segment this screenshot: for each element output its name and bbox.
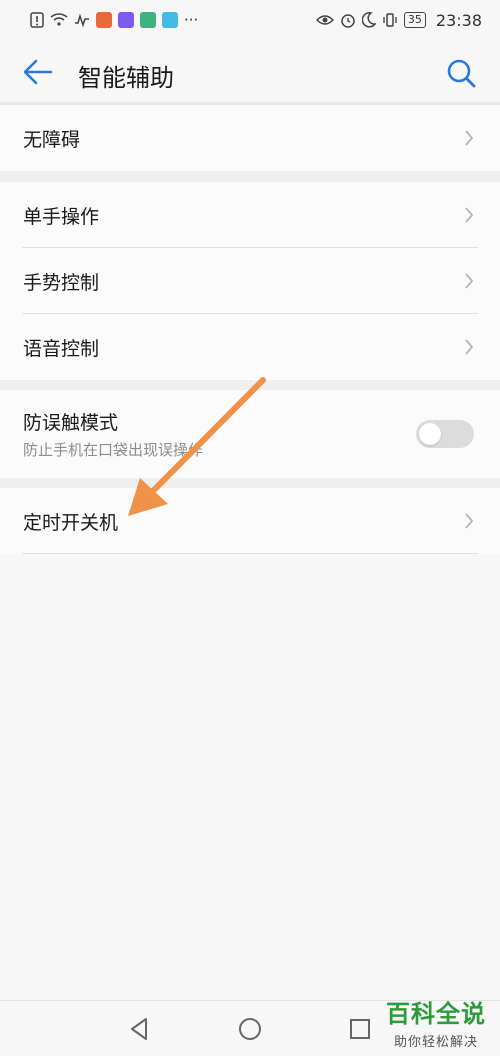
status-time: 23:38 bbox=[435, 10, 482, 30]
menu-item-gesture-control[interactable]: 手势控制 bbox=[0, 248, 500, 314]
battery-level: 35 bbox=[403, 12, 426, 28]
chevron-right-icon bbox=[465, 273, 474, 289]
menu-item-label: 定时开关机 bbox=[23, 511, 119, 534]
watermark-title: 百科全说 bbox=[386, 1000, 486, 1028]
settings-group-scheduled-power: 定时开关机 bbox=[0, 488, 500, 554]
vibrate-icon bbox=[383, 13, 397, 27]
do-not-disturb-moon-icon bbox=[361, 12, 376, 28]
chevron-right-icon bbox=[465, 207, 474, 223]
menu-item-label: 无障碍 bbox=[23, 128, 81, 151]
chevron-right-icon bbox=[465, 130, 474, 146]
notification-alert-icon bbox=[30, 12, 44, 28]
nav-recents-square-icon[interactable] bbox=[346, 1015, 374, 1043]
chevron-right-icon bbox=[465, 339, 474, 355]
group-gap bbox=[0, 171, 500, 182]
menu-item-voice-control[interactable]: 语音控制 bbox=[0, 314, 500, 380]
wifi-icon bbox=[50, 13, 68, 26]
settings-group-mistouch: 防误触模式 防止手机在口袋出现误操作 bbox=[0, 390, 500, 478]
menu-item-one-handed-mode[interactable]: 单手操作 bbox=[0, 182, 500, 248]
settings-group-accessibility: 无障碍 bbox=[0, 105, 500, 171]
group-gap bbox=[0, 478, 500, 488]
watermark-subtitle: 助你轻松解决 bbox=[393, 1035, 478, 1050]
status-bar: ··· 35 23:38 bbox=[0, 0, 500, 40]
status-bar-left: ··· bbox=[30, 11, 198, 29]
status-bar-right: 35 23:38 bbox=[315, 10, 482, 30]
app-notification-icon-2 bbox=[118, 12, 134, 28]
back-arrow-icon[interactable] bbox=[22, 58, 54, 86]
chevron-right-icon bbox=[465, 513, 474, 529]
menu-item-accessibility[interactable]: 无障碍 bbox=[0, 105, 500, 171]
alarm-icon bbox=[341, 14, 355, 28]
activity-icon bbox=[75, 13, 89, 27]
page-title: 智能辅助 bbox=[78, 64, 174, 92]
menu-item-label: 手势控制 bbox=[23, 271, 100, 294]
eye-comfort-icon bbox=[315, 15, 334, 25]
more-notifications: ··· bbox=[184, 11, 199, 29]
menu-item-subtitle: 防止手机在口袋出现误操作 bbox=[23, 441, 204, 459]
nav-back-triangle-icon[interactable] bbox=[126, 1015, 154, 1043]
toggle-knob bbox=[419, 423, 441, 445]
menu-item-label: 语音控制 bbox=[23, 337, 100, 360]
app-notification-icon-3 bbox=[140, 12, 156, 28]
menu-item-mistouch-prevention[interactable]: 防误触模式 防止手机在口袋出现误操作 bbox=[0, 390, 500, 478]
menu-item-label: 单手操作 bbox=[23, 205, 100, 228]
watermark-logo: 百科全说 助你轻松解决 bbox=[378, 994, 494, 1050]
nav-home-circle-icon[interactable] bbox=[236, 1015, 264, 1043]
app-notification-icon-4 bbox=[162, 12, 178, 28]
settings-group-controls: 单手操作 手势控制 语音控制 bbox=[0, 182, 500, 380]
group-gap bbox=[0, 380, 500, 390]
mistouch-toggle-switch[interactable] bbox=[416, 420, 474, 448]
row-divider bbox=[22, 553, 478, 554]
search-icon[interactable] bbox=[446, 58, 476, 88]
menu-item-label: 防误触模式 bbox=[23, 412, 119, 434]
title-bar: 智能辅助 bbox=[0, 40, 500, 104]
menu-item-scheduled-power-on-off[interactable]: 定时开关机 bbox=[0, 488, 500, 554]
app-notification-icon-1 bbox=[96, 12, 112, 28]
